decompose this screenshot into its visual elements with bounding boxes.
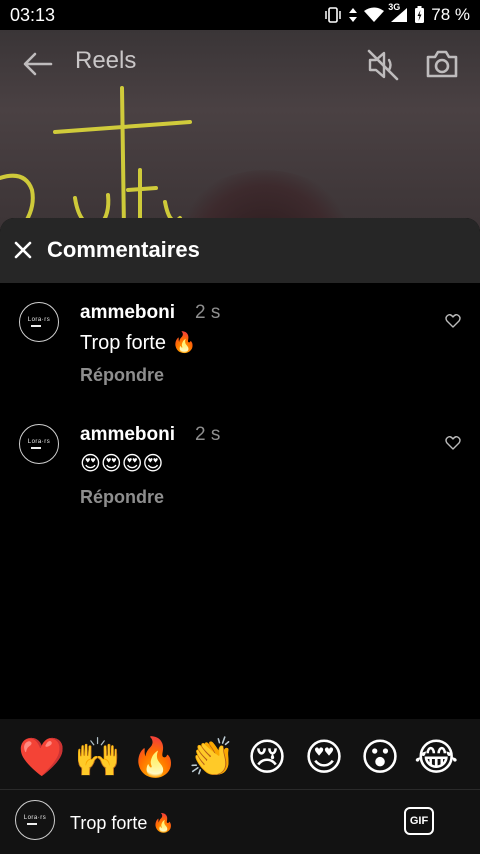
close-button[interactable] — [12, 239, 34, 261]
avatar[interactable]: Lora·rs — [19, 302, 59, 342]
avatar-logo: Lora·rs — [27, 317, 51, 324]
comment-text: 😍😍😍😍 — [80, 453, 164, 475]
status-bar: 03:13 3G 78 % — [0, 0, 480, 30]
emoji-raised-hands[interactable]: 🙌 — [74, 736, 121, 780]
network-type: 3G — [388, 2, 401, 12]
comment-input-row: Lora·rs GIF — [0, 790, 480, 854]
emoji-surprised[interactable]: 😮 — [358, 736, 402, 780]
heart-icon — [445, 314, 461, 328]
reels-header: Reels — [0, 30, 480, 98]
avatar-logo-bar — [31, 447, 41, 449]
status-icons: 3G 78 % — [324, 2, 470, 25]
emoji-clapping[interactable]: 👏 — [188, 736, 235, 780]
comment-timestamp: 2 s — [195, 424, 221, 445]
comment-username[interactable]: ammeboni — [80, 424, 175, 446]
comment-input[interactable] — [68, 804, 382, 842]
vibrate-icon — [324, 7, 342, 23]
page-title: Reels — [75, 47, 137, 74]
emoji-quick-bar — [0, 719, 480, 789]
avatar-logo-bar — [31, 325, 41, 327]
like-comment-button[interactable] — [445, 435, 461, 451]
emoji-fire[interactable]: 🔥 — [131, 736, 178, 780]
status-time: 03:13 — [10, 4, 56, 25]
comment-text: Trop forte 🔥 — [80, 332, 197, 354]
mute-button[interactable] — [366, 48, 400, 82]
avatar-logo-bar — [27, 823, 37, 825]
back-arrow-icon — [23, 52, 53, 76]
mute-icon — [367, 49, 399, 81]
comment-item: Lora·rs ammeboni 2 s 😍😍😍😍 Répondre — [0, 405, 480, 515]
reply-button[interactable]: Répondre — [80, 365, 164, 386]
comment-username[interactable]: ammeboni — [80, 302, 175, 324]
signal-icon: 3G — [388, 2, 408, 23]
battery-percent: 78 % — [431, 5, 470, 24]
comments-sheet-header: Commentaires — [0, 218, 480, 283]
gif-button[interactable]: GIF — [404, 807, 434, 835]
comment-item: Lora·rs ammeboni 2 s Trop forte 🔥 Répond… — [0, 283, 480, 393]
avatar-logo: Lora·rs — [23, 815, 47, 822]
comment-timestamp: 2 s — [195, 302, 221, 323]
avatar-logo: Lora·rs — [27, 439, 51, 446]
avatar[interactable]: Lora·rs — [19, 424, 59, 464]
back-button[interactable] — [22, 48, 54, 80]
heart-icon — [445, 436, 461, 450]
camera-icon — [426, 50, 458, 78]
data-arrows-icon — [348, 7, 358, 23]
emoji-heart-eyes[interactable]: 😍 — [302, 736, 346, 780]
battery-icon — [414, 6, 425, 24]
wifi-icon — [364, 7, 385, 23]
emoji-laughing[interactable]: 😂 — [414, 736, 458, 780]
avatar: Lora·rs — [15, 800, 55, 840]
emoji-crying[interactable]: 😢 — [245, 736, 289, 780]
close-icon — [14, 241, 32, 259]
sheet-title: Commentaires — [47, 237, 200, 262]
like-comment-button[interactable] — [445, 313, 461, 329]
reply-button[interactable]: Répondre — [80, 487, 164, 508]
emoji-heart[interactable]: ❤️ — [18, 736, 65, 780]
camera-button[interactable] — [424, 46, 460, 82]
